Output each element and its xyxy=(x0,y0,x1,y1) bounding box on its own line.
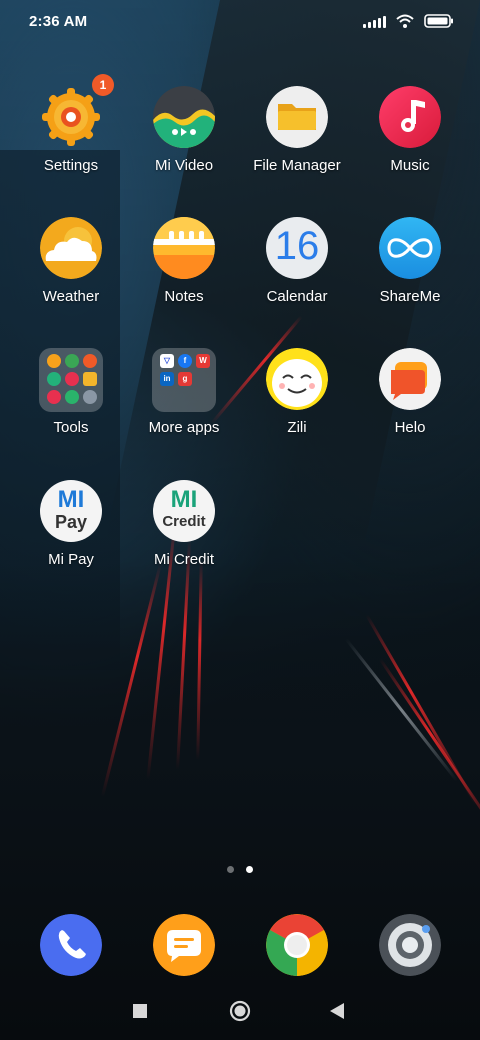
helo-icon xyxy=(379,348,441,410)
chrome-icon xyxy=(266,914,328,976)
navigation-bar xyxy=(0,990,480,1036)
app-label: Tools xyxy=(53,419,89,436)
page-dot[interactable] xyxy=(227,866,234,873)
status-icons xyxy=(363,14,454,28)
mini-app-icon xyxy=(83,372,97,386)
page-dot-active[interactable] xyxy=(246,866,253,873)
app-mi-credit[interactable]: MI Credit Mi Credit xyxy=(124,480,244,568)
app-mi-pay[interactable]: MI Pay Mi Pay xyxy=(11,480,131,568)
mi-pay-icon: MI Pay xyxy=(40,480,102,542)
mini-app-icon: in xyxy=(160,372,174,386)
app-weather[interactable]: Weather xyxy=(11,217,131,305)
app-label: Music xyxy=(390,157,430,174)
wallpaper-light-streak xyxy=(378,657,480,843)
app-label: Calendar xyxy=(266,288,328,305)
battery-icon xyxy=(424,14,454,28)
app-label: Weather xyxy=(42,288,100,305)
messages-icon xyxy=(153,914,215,976)
app-label: Mi Video xyxy=(154,157,214,174)
app-music[interactable]: Music xyxy=(350,86,470,174)
mini-app-icon: f xyxy=(178,354,192,368)
mini-app-icon xyxy=(47,390,61,404)
dock-app-chrome[interactable] xyxy=(237,914,357,976)
mini-app-icon xyxy=(65,372,79,386)
dock-app-phone[interactable] xyxy=(11,914,131,976)
app-label: Mi Credit xyxy=(153,551,214,568)
folder-more-apps[interactable]: ▽ f W in g More apps xyxy=(124,348,244,436)
tools-folder-icon xyxy=(39,348,103,412)
app-helo[interactable]: Helo xyxy=(350,348,470,436)
folder-tools[interactable]: Tools xyxy=(11,348,131,436)
status-time: 2:36 AM xyxy=(29,13,88,30)
more-apps-folder-icon: ▽ f W in g xyxy=(152,348,216,412)
home-icon xyxy=(229,1000,251,1022)
mi-credit-icon: MI Credit xyxy=(153,480,215,542)
app-label: Settings xyxy=(43,157,99,174)
app-settings[interactable]: 1 Settings xyxy=(11,74,131,174)
file-manager-icon xyxy=(266,86,328,148)
back-icon xyxy=(330,1003,344,1019)
app-label: ShareMe xyxy=(379,288,441,305)
music-icon xyxy=(379,86,441,148)
back-button[interactable] xyxy=(329,1002,345,1025)
mi-pay-logo-bottom: Pay xyxy=(54,512,88,532)
app-label: Notes xyxy=(164,288,204,305)
dock-app-messages[interactable] xyxy=(124,914,244,976)
mi-credit-logo-bottom: Credit xyxy=(162,513,206,530)
mini-app-icon xyxy=(47,372,61,386)
app-shareme[interactable]: ShareMe xyxy=(350,217,470,305)
mini-app-icon: ▽ xyxy=(160,354,174,368)
app-label: Zili xyxy=(287,419,307,436)
status-bar: 2:36 AM xyxy=(0,0,480,44)
notes-icon xyxy=(153,217,215,279)
weather-icon xyxy=(40,217,102,279)
mini-app-icon xyxy=(83,354,97,368)
app-notes[interactable]: Notes xyxy=(124,217,244,305)
mini-app-icon xyxy=(83,390,97,404)
mini-app-icon xyxy=(47,354,61,368)
recents-button[interactable] xyxy=(132,1003,148,1024)
app-label: More apps xyxy=(148,419,220,436)
recents-icon xyxy=(133,1004,147,1018)
app-mi-video[interactable]: Mi Video xyxy=(124,86,244,174)
mini-app-icon: g xyxy=(178,372,192,386)
mi-credit-logo-top: MI xyxy=(170,486,198,513)
page-indicator xyxy=(0,866,480,873)
app-zili[interactable]: Zili xyxy=(237,348,357,436)
settings-icon: 1 xyxy=(40,74,114,148)
wallpaper-light-streak xyxy=(344,638,459,782)
shareme-icon xyxy=(379,217,441,279)
wallpaper-light-streak xyxy=(175,540,192,770)
wallpaper-light-streak xyxy=(101,563,162,797)
home-button[interactable] xyxy=(229,1000,251,1027)
dock-app-camera[interactable] xyxy=(350,914,470,976)
mi-pay-logo-top: MI xyxy=(57,486,85,513)
app-calendar[interactable]: 16 Calendar xyxy=(237,217,357,305)
signal-icon xyxy=(363,15,386,28)
calendar-date: 16 xyxy=(274,224,320,268)
mini-app-icon xyxy=(65,354,79,368)
mini-app-icon xyxy=(65,390,79,404)
wifi-icon xyxy=(396,14,414,28)
phone-icon xyxy=(40,914,102,976)
app-label: Helo xyxy=(394,419,426,436)
camera-icon xyxy=(379,914,441,976)
mi-video-icon xyxy=(153,86,215,148)
mini-app-icon: W xyxy=(196,354,210,368)
app-label: File Manager xyxy=(253,157,341,174)
calendar-icon: 16 xyxy=(266,217,328,279)
notification-badge: 1 xyxy=(92,74,114,96)
app-label: Mi Pay xyxy=(48,551,94,568)
zili-icon xyxy=(266,348,328,410)
app-file-manager[interactable]: File Manager xyxy=(237,86,357,174)
wallpaper-light-streak xyxy=(196,559,203,761)
